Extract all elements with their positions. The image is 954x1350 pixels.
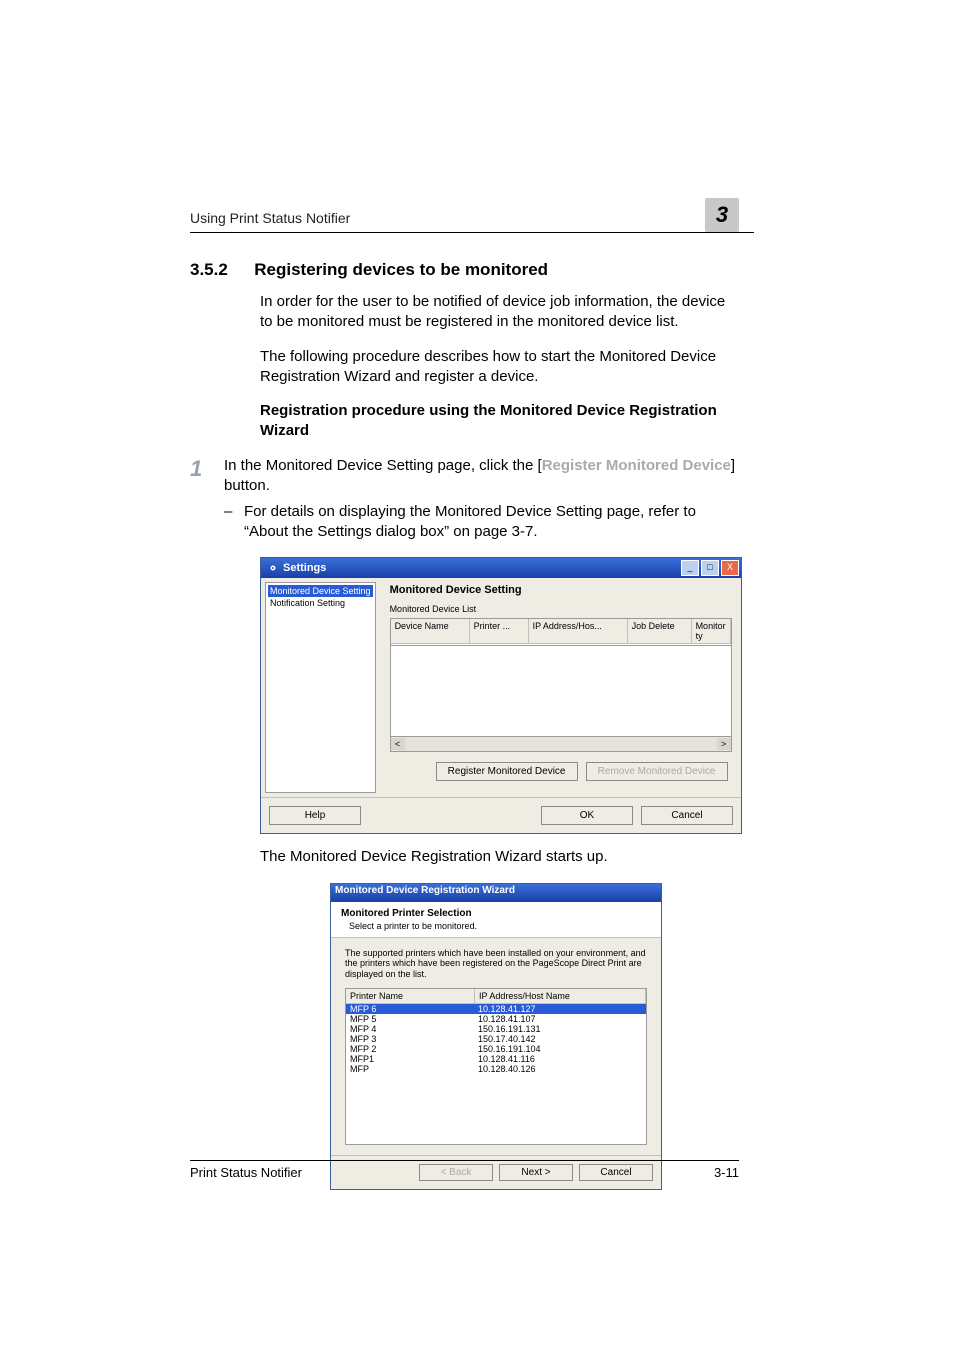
printer-list[interactable]: Printer Name IP Address/Host Name MFP 61… bbox=[345, 988, 647, 1145]
settings-tree[interactable]: Monitored Device Setting Notification Se… bbox=[265, 582, 376, 793]
sub-heading: Registration procedure using the Monitor… bbox=[260, 401, 739, 442]
printer-name-cell: MFP 3 bbox=[346, 1034, 474, 1044]
panel-heading: Monitored Device Setting bbox=[390, 584, 732, 596]
minimize-button[interactable]: _ bbox=[681, 560, 699, 576]
dialog-title: Settings bbox=[283, 562, 326, 574]
horizontal-scrollbar[interactable]: < > bbox=[390, 737, 732, 752]
printer-list-row[interactable]: MFP 2150.16.191.104 bbox=[346, 1044, 646, 1054]
footer-title: Print Status Notifier bbox=[190, 1165, 302, 1180]
printer-ip-cell: 150.16.191.131 bbox=[474, 1024, 646, 1034]
printer-name-cell: MFP bbox=[346, 1064, 474, 1074]
register-device-button[interactable]: Register Monitored Device bbox=[436, 762, 578, 781]
wizard-dialog: Monitored Device Registration Wizard Mon… bbox=[330, 883, 662, 1190]
header-rule bbox=[190, 232, 754, 233]
gear-icon bbox=[267, 562, 279, 574]
printer-name-cell: MFP 5 bbox=[346, 1014, 474, 1024]
printer-list-row[interactable]: MFP 3150.17.40.142 bbox=[346, 1034, 646, 1044]
help-button[interactable]: Help bbox=[269, 806, 361, 825]
cancel-button[interactable]: Cancel bbox=[641, 806, 733, 825]
tree-item-notification[interactable]: Notification Setting bbox=[268, 597, 373, 609]
printer-name-cell: MFP 6 bbox=[346, 1004, 474, 1014]
wizard-description: The supported printers which have been i… bbox=[345, 948, 647, 980]
running-header: Using Print Status Notifier bbox=[190, 210, 350, 226]
step-text-pre: In the Monitored Device Setting page, cl… bbox=[224, 457, 542, 474]
bullet-dash: – bbox=[224, 502, 244, 543]
printer-list-row[interactable]: MFP 4150.16.191.131 bbox=[346, 1024, 646, 1034]
col-ip[interactable]: IP Address/Hos... bbox=[529, 619, 628, 643]
step-number: 1 bbox=[190, 456, 224, 497]
ui-reference: Register Monitored Device bbox=[542, 457, 731, 474]
col-job-delete[interactable]: Job Delete bbox=[628, 619, 692, 643]
scroll-right-icon[interactable]: > bbox=[717, 738, 731, 750]
section-number: 3.5.2 bbox=[190, 260, 228, 279]
col-ip-host[interactable]: IP Address/Host Name bbox=[475, 989, 646, 1003]
page-number: 3-11 bbox=[714, 1165, 739, 1180]
col-device-name[interactable]: Device Name bbox=[391, 619, 470, 643]
printer-list-row[interactable]: MFP 610.128.41.127 bbox=[346, 1004, 646, 1014]
printer-list-row[interactable]: MFP110.128.41.116 bbox=[346, 1054, 646, 1064]
close-button[interactable]: X bbox=[721, 560, 739, 576]
remove-device-button: Remove Monitored Device bbox=[586, 762, 728, 781]
printer-list-row[interactable]: MFP 510.128.41.107 bbox=[346, 1014, 646, 1024]
col-printer-name[interactable]: Printer Name bbox=[346, 989, 475, 1003]
printer-name-cell: MFP 2 bbox=[346, 1044, 474, 1054]
tree-item-monitored-device[interactable]: Monitored Device Setting bbox=[268, 585, 373, 597]
device-list-header: Device Name Printer ... IP Address/Hos..… bbox=[390, 618, 732, 646]
settings-dialog: Settings _ □ X Monitored Device Setting … bbox=[260, 557, 742, 834]
wizard-subheading: Select a printer to be monitored. bbox=[349, 921, 651, 931]
printer-list-row[interactable]: MFP10.128.40.126 bbox=[346, 1064, 646, 1074]
printer-ip-cell: 10.128.41.107 bbox=[474, 1014, 646, 1024]
printer-ip-cell: 150.16.191.104 bbox=[474, 1044, 646, 1054]
ok-button[interactable]: OK bbox=[541, 806, 633, 825]
col-monitor-type[interactable]: Monitor ty bbox=[692, 619, 731, 643]
printer-ip-cell: 10.128.41.127 bbox=[474, 1004, 646, 1014]
printer-name-cell: MFP1 bbox=[346, 1054, 474, 1064]
printer-ip-cell: 150.17.40.142 bbox=[474, 1034, 646, 1044]
printer-ip-cell: 10.128.40.126 bbox=[474, 1064, 646, 1074]
list-label: Monitored Device List bbox=[390, 604, 732, 614]
caption: The Monitored Device Registration Wizard… bbox=[260, 848, 739, 865]
scroll-left-icon[interactable]: < bbox=[391, 738, 405, 750]
section-title: Registering devices to be monitored bbox=[254, 260, 548, 279]
col-printer[interactable]: Printer ... bbox=[470, 619, 529, 643]
bullet-text: For details on displaying the Monitored … bbox=[244, 502, 739, 543]
titlebar: Settings _ □ X bbox=[261, 558, 741, 578]
printer-ip-cell: 10.128.41.116 bbox=[474, 1054, 646, 1064]
printer-name-cell: MFP 4 bbox=[346, 1024, 474, 1034]
chapter-number-badge: 3 bbox=[705, 198, 739, 232]
device-list-body[interactable] bbox=[390, 646, 732, 737]
maximize-button[interactable]: □ bbox=[701, 560, 719, 576]
paragraph: In order for the user to be notified of … bbox=[260, 292, 739, 333]
paragraph: The following procedure describes how to… bbox=[260, 347, 739, 388]
wizard-titlebar: Monitored Device Registration Wizard bbox=[331, 884, 661, 902]
wizard-heading: Monitored Printer Selection bbox=[341, 908, 651, 919]
step-text: In the Monitored Device Setting page, cl… bbox=[224, 456, 739, 497]
printer-list-space bbox=[346, 1074, 646, 1144]
